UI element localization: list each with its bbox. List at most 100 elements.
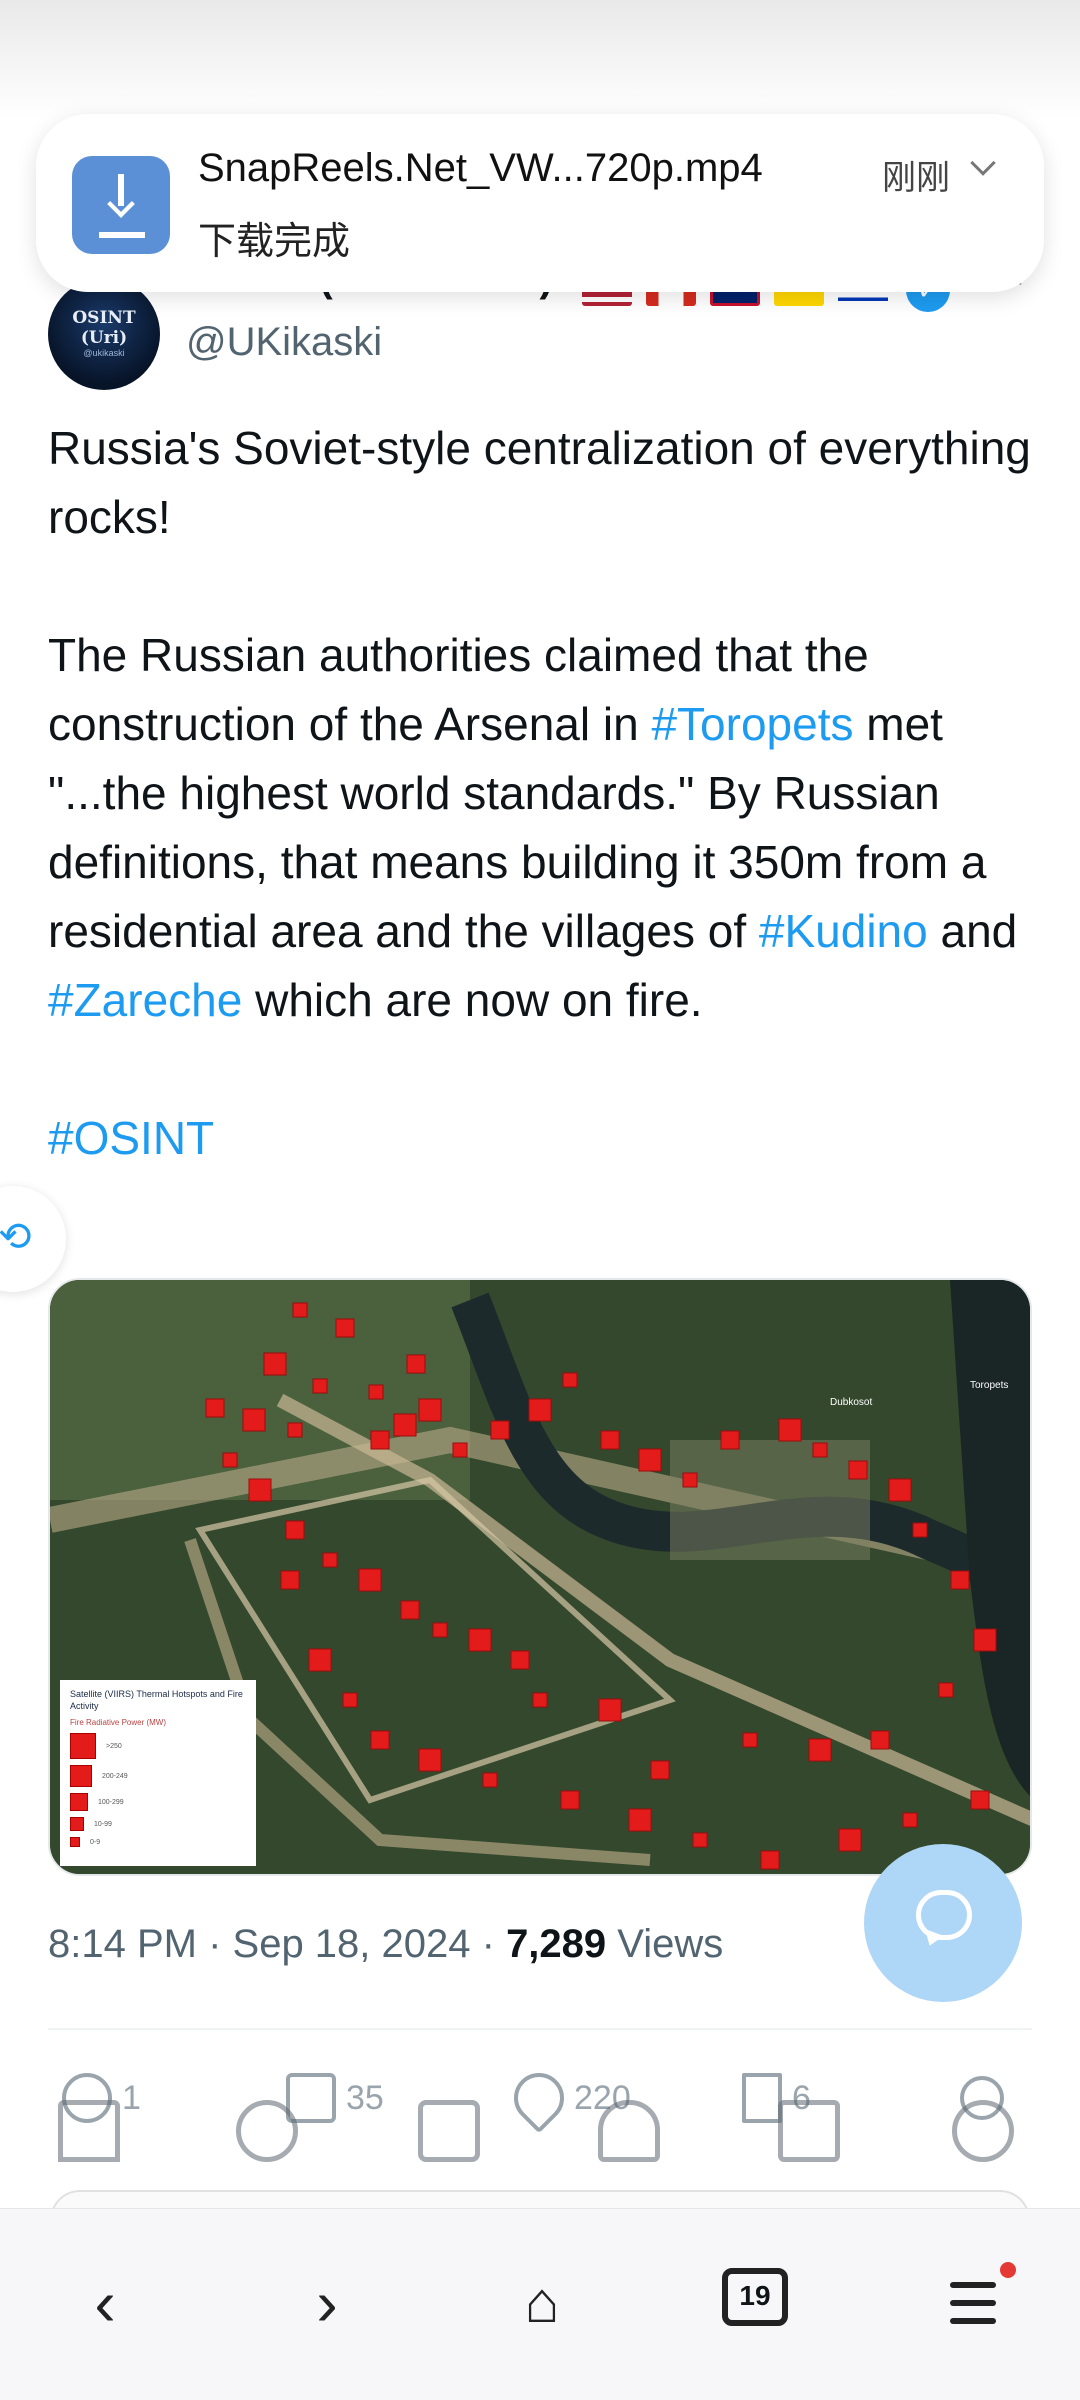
- legend-marker: [70, 1765, 92, 1787]
- download-arrow: [99, 174, 145, 238]
- fire-hotspot-marker: [560, 1790, 580, 1810]
- legend-label: >250: [106, 1742, 122, 1750]
- legend-title: Satellite (VIIRS) Thermal Hotspots and F…: [70, 1689, 243, 1711]
- tweet-paragraph-2: The Russian authorities claimed that the…: [48, 621, 1038, 1035]
- tweet-text: Russia's Soviet-style centralization of …: [48, 414, 1038, 1173]
- legend-label: 200-249: [102, 1772, 128, 1780]
- fire-hotspot-marker: [682, 1472, 698, 1488]
- views-count: 7,289: [506, 1922, 607, 1966]
- screen: OSINT (Uri) @ukikaski OSINT (Uri Kikaski…: [0, 0, 1080, 2400]
- fire-hotspot-marker: [248, 1478, 272, 1502]
- fire-hotspot-marker: [742, 1732, 758, 1748]
- legend-marker: [70, 1817, 84, 1831]
- forward-icon[interactable]: ›: [282, 2258, 372, 2348]
- fire-hotspot-marker: [452, 1442, 468, 1458]
- map-label-dubkosot: Dubkosot: [830, 1397, 872, 1408]
- fire-hotspot-marker: [222, 1452, 238, 1468]
- tweet-date[interactable]: Sep 18, 2024: [233, 1922, 471, 1966]
- fire-hotspot-marker: [432, 1622, 448, 1638]
- tweet-text-segment: which are now on fire.: [242, 974, 703, 1026]
- map-legend: Satellite (VIIRS) Thermal Hotspots and F…: [60, 1680, 256, 1866]
- menu-icon[interactable]: [950, 2282, 996, 2336]
- download-status: 下载完成: [198, 219, 351, 263]
- legend-row: 200-249: [70, 1765, 246, 1787]
- back-icon[interactable]: ‹: [60, 2258, 150, 2348]
- search-icon[interactable]: [236, 2100, 298, 2162]
- home-icon[interactable]: [58, 2100, 120, 2162]
- fire-hotspot-marker: [406, 1354, 426, 1374]
- fire-hotspot-marker: [482, 1772, 498, 1788]
- fire-hotspot-marker: [370, 1730, 390, 1750]
- download-icon: [72, 156, 170, 254]
- download-time: 刚刚: [882, 158, 950, 198]
- legend-marker: [70, 1733, 96, 1759]
- fire-hotspot-marker: [600, 1430, 620, 1450]
- messages-icon[interactable]: [778, 2100, 840, 2162]
- browser-home-icon[interactable]: ⌂: [497, 2258, 587, 2348]
- download-complete-notification[interactable]: SnapReels.Net_VW...720p.mp4 下载完成 刚刚: [36, 114, 1044, 292]
- avatar-text: OSINT (Uri): [72, 308, 136, 348]
- legend-row: 100-299: [70, 1793, 246, 1811]
- fire-hotspot-marker: [692, 1832, 708, 1848]
- legend-row: 10-99: [70, 1817, 246, 1831]
- floating-message-button[interactable]: [864, 1844, 1022, 2002]
- fire-hotspot-marker: [650, 1760, 670, 1780]
- hashtag-toropets-link[interactable]: #Toropets: [651, 698, 853, 750]
- fire-hotspot-marker: [912, 1522, 928, 1538]
- legend-label: 100-299: [98, 1798, 124, 1806]
- divider: [48, 2028, 1032, 2030]
- fire-hotspot-marker: [468, 1628, 492, 1652]
- fire-hotspot-marker: [242, 1408, 266, 1432]
- fire-hotspot-marker: [205, 1398, 225, 1418]
- fire-hotspot-marker: [870, 1730, 890, 1750]
- grok-icon[interactable]: [418, 2100, 480, 2162]
- fire-hotspot-marker: [368, 1384, 384, 1400]
- download-filename: SnapReels.Net_VW...720p.mp4: [198, 146, 763, 190]
- tweet-time[interactable]: 8:14 PM: [48, 1922, 197, 1966]
- fire-hotspot-marker: [280, 1570, 300, 1590]
- fire-hotspot-marker: [418, 1748, 442, 1772]
- fire-hotspot-marker: [393, 1413, 417, 1437]
- fire-hotspot-marker: [292, 1302, 308, 1318]
- translate-button[interactable]: ⟲: [0, 1186, 66, 1292]
- legend-marker: [70, 1793, 88, 1811]
- tabs-button[interactable]: 19: [722, 2268, 788, 2326]
- status-bar-area: [0, 0, 1080, 120]
- fire-hotspot-marker: [528, 1398, 552, 1422]
- communities-icon[interactable]: [952, 2100, 1014, 2162]
- fire-hotspot-marker: [950, 1570, 970, 1590]
- chevron-down-icon[interactable]: [970, 150, 996, 176]
- fire-hotspot-marker: [760, 1850, 780, 1870]
- fire-hotspot-marker: [418, 1398, 442, 1422]
- fire-hotspot-marker: [970, 1790, 990, 1810]
- hashtag-zareche-link[interactable]: #Zareche: [48, 974, 242, 1026]
- tweet-paragraph-1: Russia's Soviet-style centralization of …: [48, 422, 1031, 543]
- fire-hotspot-marker: [312, 1378, 328, 1394]
- fire-hotspot-marker: [342, 1692, 358, 1708]
- fire-hotspot-marker: [285, 1520, 305, 1540]
- legend-marker: [70, 1837, 80, 1847]
- fire-hotspot-marker: [263, 1352, 287, 1376]
- legend-subtitle: Fire Radiative Power (MW): [70, 1718, 167, 1727]
- translate-icon: ⟲: [0, 1215, 32, 1259]
- tweet-text-segment: and: [927, 905, 1018, 957]
- fire-hotspot-marker: [532, 1692, 548, 1708]
- hashtag-kudino-link[interactable]: #Kudino: [759, 905, 928, 957]
- avatar[interactable]: OSINT (Uri) @ukikaski: [48, 278, 160, 390]
- x-bottom-navigation: [0, 2100, 1080, 2190]
- notifications-icon[interactable]: [598, 2100, 660, 2162]
- legend-row: >250: [70, 1733, 246, 1759]
- hashtag-osint-link[interactable]: #OSINT: [48, 1104, 1038, 1173]
- fire-hotspot-marker: [358, 1568, 382, 1592]
- fire-hotspot-marker: [848, 1460, 868, 1480]
- legend-label: 10-99: [94, 1820, 112, 1828]
- fire-hotspot-marker: [812, 1442, 828, 1458]
- fire-hotspot-marker: [490, 1420, 510, 1440]
- fire-hotspot-marker: [400, 1600, 420, 1620]
- fire-hotspot-marker: [888, 1478, 912, 1502]
- author-handle[interactable]: @UKikaski: [186, 320, 382, 365]
- fire-hotspot-marker: [902, 1812, 918, 1828]
- fire-hotspot-marker: [322, 1552, 338, 1568]
- tweet-media-image[interactable]: Dubkosot Toropets Satellite (VIIRS) Ther…: [48, 1278, 1032, 1876]
- fire-hotspot-marker: [938, 1682, 954, 1698]
